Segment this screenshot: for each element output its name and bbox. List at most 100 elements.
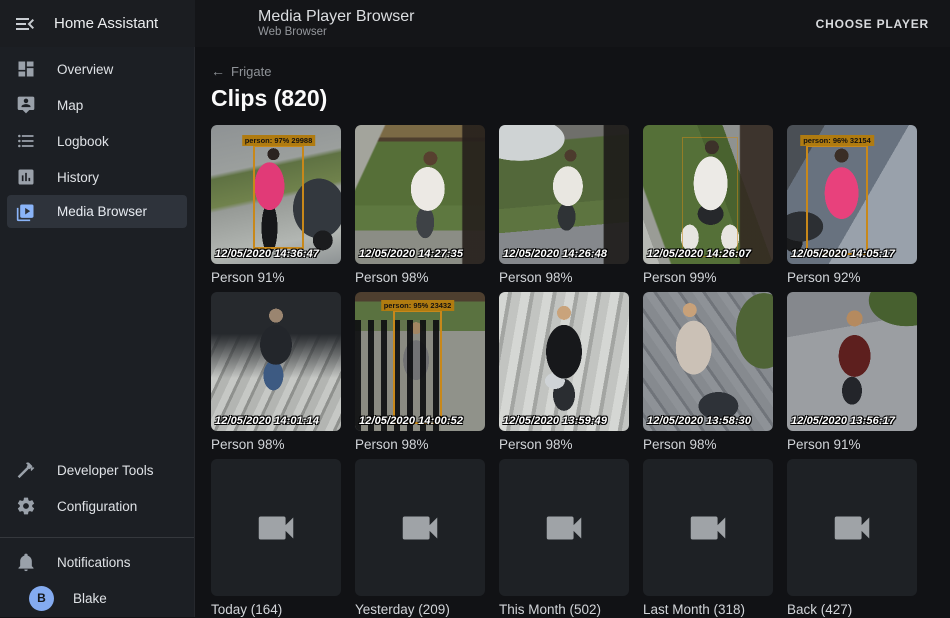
sidebar-divider <box>0 537 194 538</box>
page-title: Media Player Browser <box>258 7 415 26</box>
clip-thumbnail[interactable]: person: 97% 29988 12/05/2020 14:36:47 <box>211 125 341 264</box>
clip-cell: 12/05/2020 13:59:49 Person 98% <box>499 292 629 453</box>
folder-cell: This Month (502) <box>499 459 629 618</box>
detection-box: person: 96% 32154 <box>806 145 868 255</box>
video-icon <box>829 505 875 551</box>
app-header: Home Assistant Media Player Browser Web … <box>0 0 950 47</box>
clip-thumbnail[interactable]: 12/05/2020 13:58:30 <box>643 292 773 431</box>
clip-thumbnail[interactable]: 12/05/2020 14:26:48 <box>499 125 629 264</box>
video-icon <box>541 505 587 551</box>
video-icon <box>685 505 731 551</box>
page-subtitle: Web Browser <box>258 26 415 40</box>
tooltip-account-icon <box>16 95 36 115</box>
app-title: Home Assistant <box>54 15 158 32</box>
breadcrumb-back-frigate[interactable]: ← Frigate <box>211 63 271 79</box>
detection-box <box>682 137 738 257</box>
clip-caption: Person 91% <box>211 270 341 286</box>
sidebar-item-notifications[interactable]: Notifications <box>0 544 194 580</box>
video-icon <box>397 505 443 551</box>
sidebar-item-label: Map <box>57 98 83 113</box>
clip-thumbnail[interactable]: 12/05/2020 14:26:07 <box>643 125 773 264</box>
clip-cell: person: 97% 29988 12/05/2020 14:36:47 Pe… <box>211 125 341 286</box>
folder-thumbnail-today[interactable] <box>211 459 341 596</box>
clip-timestamp: 12/05/2020 14:05:17 <box>791 248 895 260</box>
clip-caption: Person 98% <box>355 270 485 286</box>
clip-thumbnail[interactable]: person: 95% 23432 12/05/2020 14:00:52 <box>355 292 485 431</box>
clip-timestamp: 12/05/2020 14:26:48 <box>503 248 607 260</box>
view-dashboard-icon <box>16 59 36 79</box>
sidebar-item-map[interactable]: Map <box>0 87 194 123</box>
folder-cell: Today (164) <box>211 459 341 618</box>
sidebar-item-media-browser[interactable]: Media Browser <box>7 195 187 228</box>
folder-caption: Yesterday (209) <box>355 602 485 618</box>
sidebar-toggle-icon[interactable] <box>13 12 37 36</box>
folder-cell: Back (427) <box>787 459 917 618</box>
clip-caption: Person 92% <box>787 270 917 286</box>
clip-caption: Person 98% <box>499 437 629 453</box>
sidebar-item-user[interactable]: B Blake <box>0 580 194 616</box>
toolbar: Media Player Browser Web Browser CHOOSE … <box>195 0 950 47</box>
clip-cell: 12/05/2020 14:27:35 Person 98% <box>355 125 485 286</box>
clip-timestamp: 12/05/2020 13:58:30 <box>647 415 751 427</box>
back-arrow-icon: ← <box>211 63 225 79</box>
clip-caption: Person 99% <box>643 270 773 286</box>
clip-cell: 12/05/2020 14:01:14 Person 98% <box>211 292 341 453</box>
folder-thumbnail-last-month[interactable] <box>643 459 773 596</box>
sidebar-item-logbook[interactable]: Logbook <box>0 123 194 159</box>
detection-label: person: 96% 32154 <box>800 135 874 146</box>
detection-box: person: 97% 29988 <box>253 145 304 249</box>
clip-thumbnail[interactable]: 12/05/2020 13:56:17 <box>787 292 917 431</box>
clip-thumbnail[interactable]: 12/05/2020 14:01:14 <box>211 292 341 431</box>
detection-label: person: 95% 23432 <box>381 300 455 311</box>
sidebar-item-label: Media Browser <box>57 204 147 219</box>
sidebar-item-label: Developer Tools <box>57 463 154 478</box>
video-icon <box>253 505 299 551</box>
folder-caption: Today (164) <box>211 602 341 618</box>
sidebar: Overview Map Logbook History Media Brows… <box>0 47 195 617</box>
page-title-block: Media Player Browser Web Browser <box>258 7 415 40</box>
choose-player-button[interactable]: CHOOSE PLAYER <box>810 16 935 32</box>
user-name: Blake <box>73 591 107 606</box>
clip-timestamp: 12/05/2020 13:59:49 <box>503 415 607 427</box>
page-heading: Clips (820) <box>211 85 950 112</box>
clip-thumbnail[interactable]: person: 96% 32154 12/05/2020 14:05:17 <box>787 125 917 264</box>
sidebar-item-overview[interactable]: Overview <box>0 51 194 87</box>
clips-grid: person: 97% 29988 12/05/2020 14:36:47 Pe… <box>211 125 950 618</box>
clip-caption: Person 98% <box>499 270 629 286</box>
folder-cell: Last Month (318) <box>643 459 773 618</box>
clip-timestamp: 12/05/2020 14:00:52 <box>359 415 463 427</box>
clip-cell: 12/05/2020 14:26:07 Person 99% <box>643 125 773 286</box>
clip-timestamp: 12/05/2020 14:26:07 <box>647 248 751 260</box>
clip-cell: 12/05/2020 14:26:48 Person 98% <box>499 125 629 286</box>
play-box-multiple-icon <box>16 202 36 222</box>
media-browser-main: ← Frigate Clips (820) person: 97% 29988 … <box>195 47 950 617</box>
folder-caption: Back (427) <box>787 602 917 618</box>
clip-cell: 12/05/2020 13:56:17 Person 91% <box>787 292 917 453</box>
clip-cell: person: 95% 23432 12/05/2020 14:00:52 Pe… <box>355 292 485 453</box>
bell-icon <box>16 552 36 572</box>
sidebar-item-configuration[interactable]: Configuration <box>0 488 194 524</box>
folder-caption: Last Month (318) <box>643 602 773 618</box>
clip-thumbnail[interactable]: 12/05/2020 14:27:35 <box>355 125 485 264</box>
folder-thumbnail-yesterday[interactable] <box>355 459 485 596</box>
clip-timestamp: 12/05/2020 14:27:35 <box>359 248 463 260</box>
clip-cell: 12/05/2020 13:58:30 Person 98% <box>643 292 773 453</box>
sidebar-item-history[interactable]: History <box>0 159 194 195</box>
folder-cell: Yesterday (209) <box>355 459 485 618</box>
clip-thumbnail[interactable]: 12/05/2020 13:59:49 <box>499 292 629 431</box>
clip-caption: Person 98% <box>643 437 773 453</box>
folder-thumbnail-this-month[interactable] <box>499 459 629 596</box>
sidebar-item-label: History <box>57 170 99 185</box>
folder-thumbnail-back[interactable] <box>787 459 917 596</box>
folder-caption: This Month (502) <box>499 602 629 618</box>
sidebar-item-label: Overview <box>57 62 113 77</box>
clip-cell: person: 96% 32154 12/05/2020 14:05:17 Pe… <box>787 125 917 286</box>
gear-icon <box>16 496 36 516</box>
sidebar-item-label: Logbook <box>57 134 109 149</box>
detection-box: person: 95% 23432 <box>393 310 442 424</box>
sidebar-nav: Overview Map Logbook History Media Brows… <box>0 47 194 228</box>
detection-label: person: 97% 29988 <box>242 135 316 146</box>
sidebar-item-developer-tools[interactable]: Developer Tools <box>0 452 194 488</box>
clip-timestamp: 12/05/2020 14:01:14 <box>215 415 319 427</box>
avatar: B <box>29 586 54 611</box>
